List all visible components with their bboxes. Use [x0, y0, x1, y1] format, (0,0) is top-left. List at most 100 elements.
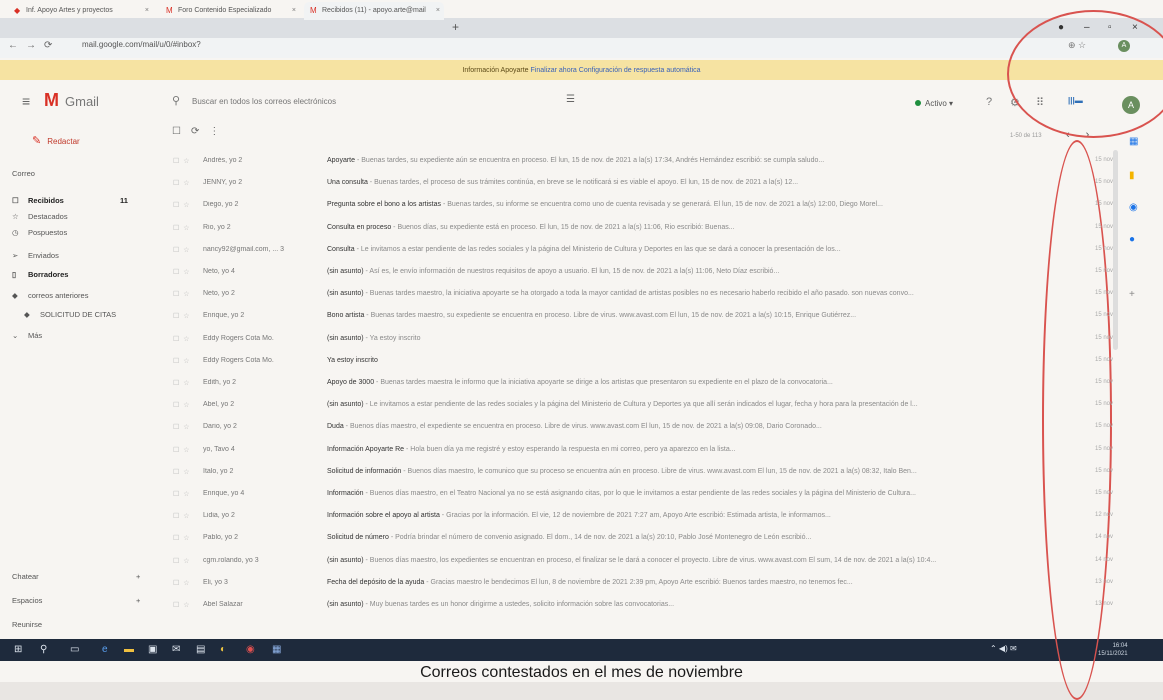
- email-row[interactable]: ☐☆ Enrique, yo 4 Información - Buenos días…: [165, 484, 1125, 506]
- mail-app-icon[interactable]: ✉: [172, 644, 180, 655]
- row-select-checkbox[interactable]: ☐☆: [173, 357, 194, 365]
- taskbar-clock[interactable]: 16:04 15/11/2021: [1098, 642, 1128, 658]
- email-row[interactable]: ☐☆ Eddy Rogers Cota Mo. Ya estoy inscrito 1…: [165, 351, 1125, 373]
- sidebar-item-previous-mail[interactable]: ◆ correos anteriores: [12, 291, 88, 300]
- row-select-checkbox[interactable]: ☐☆: [173, 401, 194, 409]
- compose-button[interactable]: ✎ Redactar: [32, 134, 80, 147]
- row-select-checkbox[interactable]: ☐☆: [173, 468, 194, 476]
- email-row[interactable]: ☐☆ Lidia, yo 2 Información sobre el apoyo …: [165, 506, 1125, 528]
- row-select-checkbox[interactable]: ☐☆: [173, 335, 194, 343]
- email-row[interactable]: ☐☆ JENNY, yo 2 Una consulta - Buenas tarde…: [165, 173, 1125, 195]
- row-select-checkbox[interactable]: ☐☆: [173, 224, 194, 232]
- row-select-checkbox[interactable]: ☐☆: [173, 179, 194, 187]
- keep-icon[interactable]: ▮: [1129, 170, 1135, 181]
- close-tab-icon[interactable]: ×: [436, 2, 440, 20]
- add-addon-icon[interactable]: +: [1129, 289, 1135, 300]
- row-select-checkbox[interactable]: ☐☆: [173, 601, 194, 609]
- sidebar-item-appointments[interactable]: ◆ SOLICITUD DE CITAS: [24, 310, 116, 319]
- row-select-checkbox[interactable]: ☐☆: [173, 579, 194, 587]
- email-snippet: - Le invitamos a estar pendiente de las …: [363, 401, 918, 409]
- row-select-checkbox[interactable]: ☐☆: [173, 246, 194, 254]
- help-icon[interactable]: ?: [986, 96, 992, 108]
- close-tab-icon[interactable]: ×: [145, 2, 149, 20]
- email-subject-line: Consulta en proceso - Buenos días, su ex…: [327, 224, 735, 231]
- main-menu-icon[interactable]: ≡: [22, 93, 30, 109]
- add-space-icon[interactable]: +: [136, 596, 140, 605]
- email-snippet: - Buenas tardes, su expediente aún se en…: [355, 157, 825, 164]
- email-row[interactable]: ☐☆ Neto, yo 2 (sin asunto) - Buenas tardes…: [165, 284, 1125, 306]
- sidebar-chat[interactable]: Chatear +: [12, 572, 140, 581]
- email-row[interactable]: ☐☆ Eddy Rogers Cota Mo. (sin asunto) - Ya …: [165, 329, 1125, 351]
- banner-finish-link[interactable]: Finalizar ahora: [531, 67, 577, 74]
- email-row[interactable]: ☐☆ cgm.rolando, yo 3 (sin asunto) - Buenos…: [165, 551, 1125, 573]
- sidebar-item-inbox[interactable]: ☐ Recibidos 11: [12, 196, 128, 205]
- email-row[interactable]: ☐☆ yo, Tavo 4 Información Apoyarte Re - Ho…: [165, 440, 1125, 462]
- row-select-checkbox[interactable]: ☐☆: [173, 446, 194, 454]
- row-select-checkbox[interactable]: ☐☆: [173, 534, 194, 542]
- email-row[interactable]: ☐☆ Dario, yo 2 Duda - Buenos días maestro,…: [165, 417, 1125, 439]
- email-row[interactable]: ☐☆ Abel, yo 2 (sin asunto) - Le invitamos …: [165, 395, 1125, 417]
- task-view-icon[interactable]: ▭: [70, 644, 79, 655]
- app-icon[interactable]: ▦: [272, 644, 281, 655]
- row-select-checkbox[interactable]: ☐☆: [173, 157, 194, 165]
- email-row[interactable]: ☐☆ Diego, yo 2 Pregunta sobre el bono a lo…: [165, 195, 1125, 217]
- sidebar-item-drafts[interactable]: ▯ Borradores: [12, 270, 68, 279]
- store-icon[interactable]: ▣: [148, 644, 157, 655]
- email-row[interactable]: ☐☆ nancy92@gmail.com, ... 3 Consulta - Le …: [165, 240, 1125, 262]
- list-toolbar[interactable]: ☐⟳⋮: [172, 126, 229, 137]
- row-select-checkbox[interactable]: ☐☆: [173, 268, 194, 276]
- email-row[interactable]: ☐☆ Eli, yo 3 Fecha del depósito de la ayud…: [165, 573, 1125, 595]
- contacts-icon[interactable]: ●: [1129, 234, 1135, 245]
- browser-tab[interactable]: M Foro Contenido Especializado ×: [160, 2, 300, 20]
- system-tray-icons[interactable]: ⌃ ◀) ✉: [990, 644, 1017, 653]
- calendar-icon[interactable]: ▦: [1129, 136, 1138, 147]
- edge-browser-icon[interactable]: e: [102, 644, 108, 655]
- close-tab-icon[interactable]: ×: [292, 2, 296, 20]
- gmail-logo-icon[interactable]: M: [44, 90, 59, 111]
- email-row[interactable]: ☐☆ Italo, yo 2 Solicitud de información - …: [165, 462, 1125, 484]
- sidebar-item-label: Destacados: [28, 212, 68, 221]
- search-icon[interactable]: ⚲: [40, 644, 47, 655]
- sidebar-meet[interactable]: Reunirse: [12, 620, 42, 629]
- row-select-checkbox[interactable]: ☐☆: [173, 490, 194, 498]
- add-chat-icon[interactable]: +: [136, 572, 140, 581]
- file-explorer-icon[interactable]: ▬: [124, 644, 134, 655]
- firefox-icon[interactable]: ◐: [220, 644, 226, 655]
- status-selector[interactable]: Activo ▾: [915, 99, 953, 108]
- new-tab-button[interactable]: +: [452, 20, 459, 34]
- search-input[interactable]: [190, 92, 554, 110]
- email-row[interactable]: ☐☆ Pablo, yo 2 Solicitud de número - Podrí…: [165, 528, 1125, 550]
- email-row[interactable]: ☐☆ Andrés, yo 2 Apoyarte - Buenas tardes, …: [165, 151, 1125, 173]
- row-select-checkbox[interactable]: ☐☆: [173, 423, 194, 431]
- email-row[interactable]: ☐☆ Edith, yo 2 Apoyo de 3000 - Buenas tard…: [165, 373, 1125, 395]
- row-select-checkbox[interactable]: ☐☆: [173, 379, 194, 387]
- chrome-icon[interactable]: ◉: [246, 644, 255, 655]
- search-icon[interactable]: ⚲: [172, 94, 180, 107]
- browser-tab-active[interactable]: M Recibidos (11) - apoyo.arte@mail ×: [304, 2, 444, 20]
- sidebar-item-snoozed[interactable]: ◷ Pospuestos: [12, 228, 67, 237]
- browser-tab[interactable]: ◆ Inf. Apoyo Artes y proyectos ×: [8, 2, 153, 20]
- row-select-checkbox[interactable]: ☐☆: [173, 201, 194, 209]
- email-date: 15 nov: [1094, 223, 1113, 230]
- email-row[interactable]: ☐☆ Enrique, yo 2 Bono artista - Buenas tar…: [165, 306, 1125, 328]
- search-options-icon[interactable]: ☰: [566, 94, 575, 105]
- windows-start-icon[interactable]: ⊞: [14, 644, 22, 655]
- email-row[interactable]: ☐☆ Abel Salazar (sin asunto) - Muy buenas …: [165, 595, 1125, 617]
- email-row[interactable]: ☐☆ Rio, yo 2 Consulta en proceso - Buenos …: [165, 218, 1125, 240]
- sidebar-item-starred[interactable]: ☆ Destacados: [12, 212, 68, 221]
- tasks-icon[interactable]: ◉: [1129, 202, 1138, 213]
- banner-autoreply-link[interactable]: Configuración de respuesta automática: [579, 67, 701, 74]
- sidebar-item-more[interactable]: ⌄ Más: [12, 331, 42, 340]
- sidebar-section-mail[interactable]: Correo: [12, 169, 35, 178]
- url-field[interactable]: mail.google.com/mail/u/0/#inbox?: [82, 40, 201, 49]
- word-app-icon[interactable]: ▤: [196, 644, 205, 655]
- row-select-checkbox[interactable]: ☐☆: [173, 312, 194, 320]
- sidebar-spaces[interactable]: Espacios +: [12, 596, 140, 605]
- email-sender: Italo, yo 2: [203, 467, 234, 475]
- email-row[interactable]: ☐☆ Neto, yo 4 (sin asunto) - Así es, le en…: [165, 262, 1125, 284]
- row-select-checkbox[interactable]: ☐☆: [173, 557, 194, 565]
- row-select-checkbox[interactable]: ☐☆: [173, 512, 194, 520]
- row-select-checkbox[interactable]: ☐☆: [173, 290, 194, 298]
- sidebar-item-sent[interactable]: ➢ Enviados: [12, 251, 59, 260]
- navigation-buttons[interactable]: ←→⟳: [8, 40, 60, 51]
